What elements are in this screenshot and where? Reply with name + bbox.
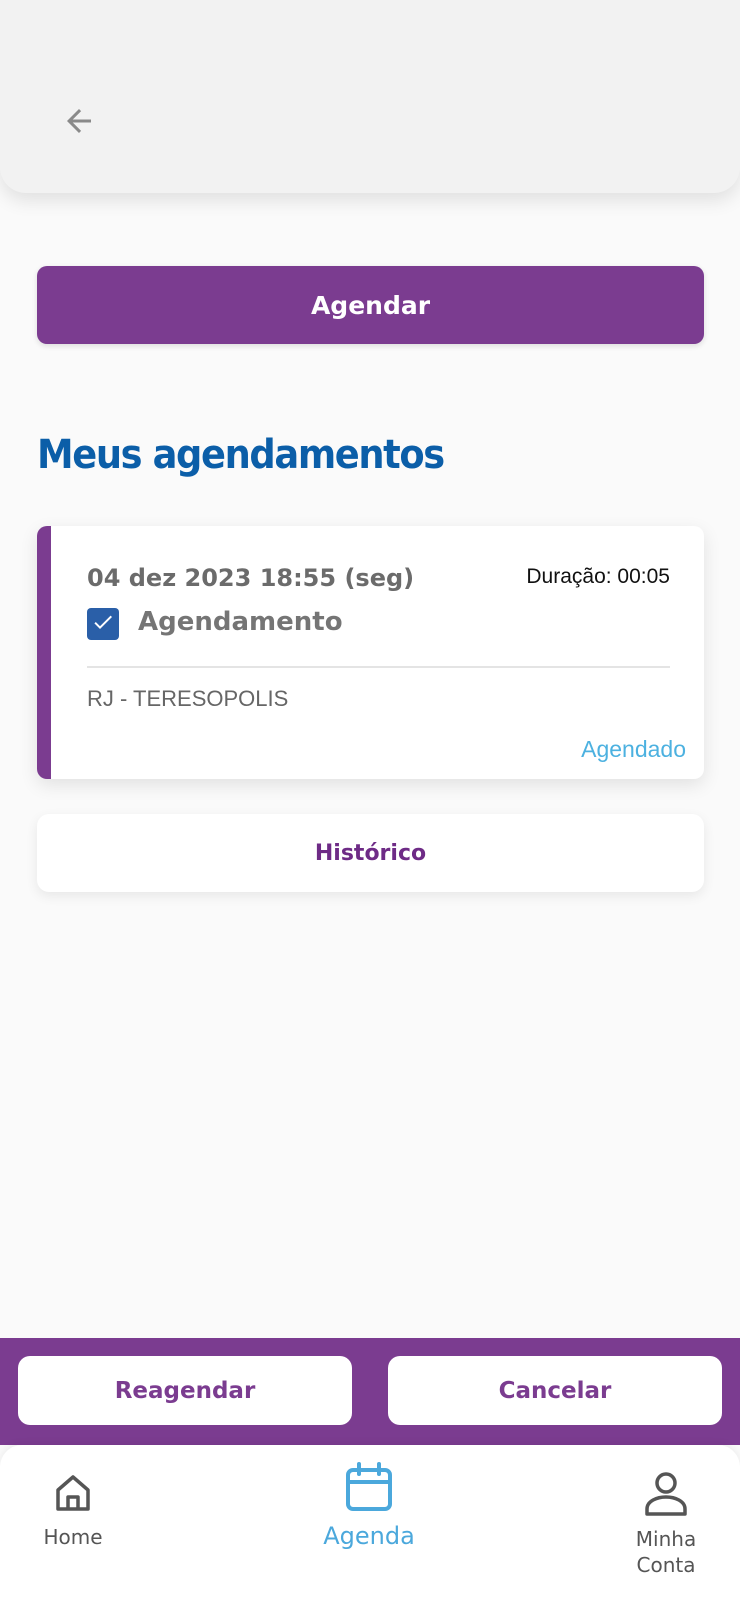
- back-button[interactable]: [56, 100, 102, 146]
- appointment-checkbox[interactable]: [87, 608, 119, 640]
- appointment-location: RJ - TERESOPOLIS: [87, 686, 289, 711]
- appointment-date: 04 dez 2023 18:55 (seg): [87, 564, 415, 592]
- nav-item-agenda[interactable]: Agenda: [314, 1461, 424, 1549]
- schedule-button[interactable]: Agendar: [37, 266, 704, 344]
- page-title: Meus agendamentos: [37, 432, 445, 478]
- reschedule-button[interactable]: Reagendar: [18, 1356, 352, 1425]
- nav-label-account: Minha Conta: [635, 1527, 697, 1577]
- user-icon: [642, 1471, 690, 1522]
- nav-label-home: Home: [43, 1525, 103, 1549]
- check-icon: [91, 610, 115, 639]
- appointment-type: Agendamento: [138, 607, 343, 637]
- card-divider: [87, 666, 670, 668]
- appointment-duration: Duração: 00:05: [526, 565, 670, 588]
- calendar-icon: [344, 1461, 394, 1519]
- history-button[interactable]: Histórico: [37, 814, 704, 892]
- action-bar: Reagendar Cancelar: [0, 1338, 740, 1445]
- arrow-left-icon: [61, 103, 97, 144]
- nav-item-account[interactable]: Minha Conta: [616, 1471, 716, 1578]
- card-accent-bar: [37, 526, 51, 779]
- nav-label-agenda: Agenda: [323, 1522, 415, 1550]
- nav-item-home[interactable]: Home: [33, 1471, 113, 1550]
- cancel-button[interactable]: Cancelar: [388, 1356, 722, 1425]
- appointment-card[interactable]: 04 dez 2023 18:55 (seg) Duração: 00:05 A…: [37, 526, 704, 779]
- top-header: [0, 0, 740, 193]
- bottom-nav: Home Agenda Minha Conta: [0, 1445, 740, 1600]
- status-badge: Agendado: [581, 736, 686, 762]
- home-icon: [51, 1471, 95, 1520]
